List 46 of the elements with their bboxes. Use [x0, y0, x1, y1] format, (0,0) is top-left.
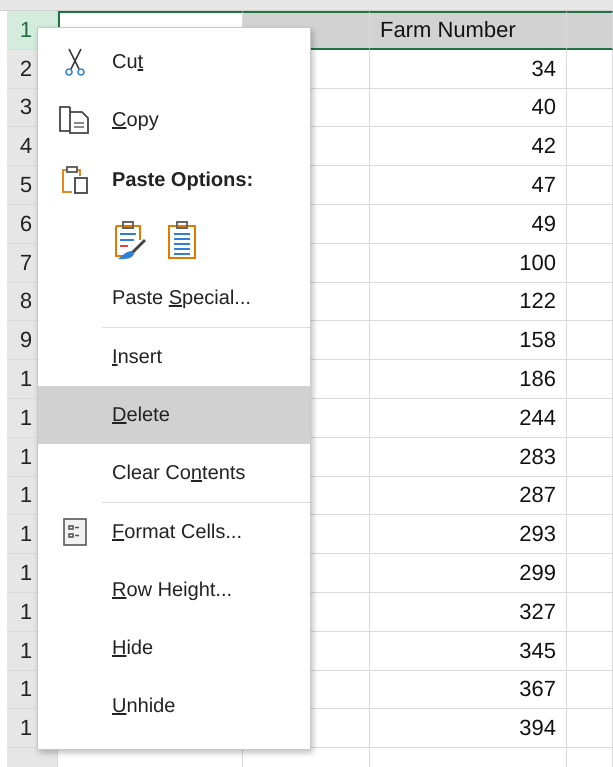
table-cell: 158: [370, 321, 567, 360]
table-cell: 34: [370, 50, 567, 89]
table-cell: 47: [370, 166, 567, 205]
format-cells-icon: [62, 517, 88, 547]
table-cell: [567, 166, 613, 205]
scissors-icon: [64, 47, 86, 77]
table-cell: 283: [370, 438, 567, 477]
table-cell: [567, 438, 613, 477]
menu-item[interactable]: Delete: [38, 386, 310, 444]
table-cell: [567, 515, 613, 554]
table-cell: 367: [370, 670, 567, 710]
table-cell: [567, 554, 613, 593]
table-cell: [567, 709, 613, 748]
table-cell: [567, 244, 613, 283]
table-cell: 244: [370, 398, 567, 438]
table-cell: [567, 282, 613, 322]
table-cell: 287: [370, 476, 567, 516]
table-cell: 327: [370, 592, 567, 632]
table-cell: 49: [370, 204, 567, 244]
table-cell: [567, 127, 613, 166]
table-cell: [567, 592, 613, 632]
table-cell: 186: [370, 360, 567, 399]
paste-icon[interactable]: [166, 220, 198, 260]
table-cell: [567, 50, 613, 89]
table-cell: 345: [370, 632, 567, 671]
table-cell: [567, 398, 613, 438]
paste-options-heading: Paste Options:: [112, 168, 254, 192]
table-cell: [567, 321, 613, 360]
table-cell: 122: [370, 282, 567, 322]
table-cell: [567, 11, 613, 50]
table-cell: [567, 476, 613, 516]
paste-formatting-icon[interactable]: [112, 220, 148, 260]
table-cell: 42: [370, 127, 567, 166]
table-cell: [567, 670, 613, 710]
table-cell: [567, 360, 613, 399]
table-cell: 299: [370, 554, 567, 593]
copy-icon: [58, 105, 92, 135]
table-cell: Farm Number: [370, 11, 567, 50]
table-cell: [567, 632, 613, 671]
table-cell: 394: [370, 709, 567, 748]
table-cell: 100: [370, 244, 567, 283]
clipboard-icon: [60, 164, 90, 196]
table-cell: [567, 88, 613, 128]
table-cell: 293: [370, 515, 567, 554]
table-cell: 40: [370, 88, 567, 128]
table-cell: [567, 204, 613, 244]
